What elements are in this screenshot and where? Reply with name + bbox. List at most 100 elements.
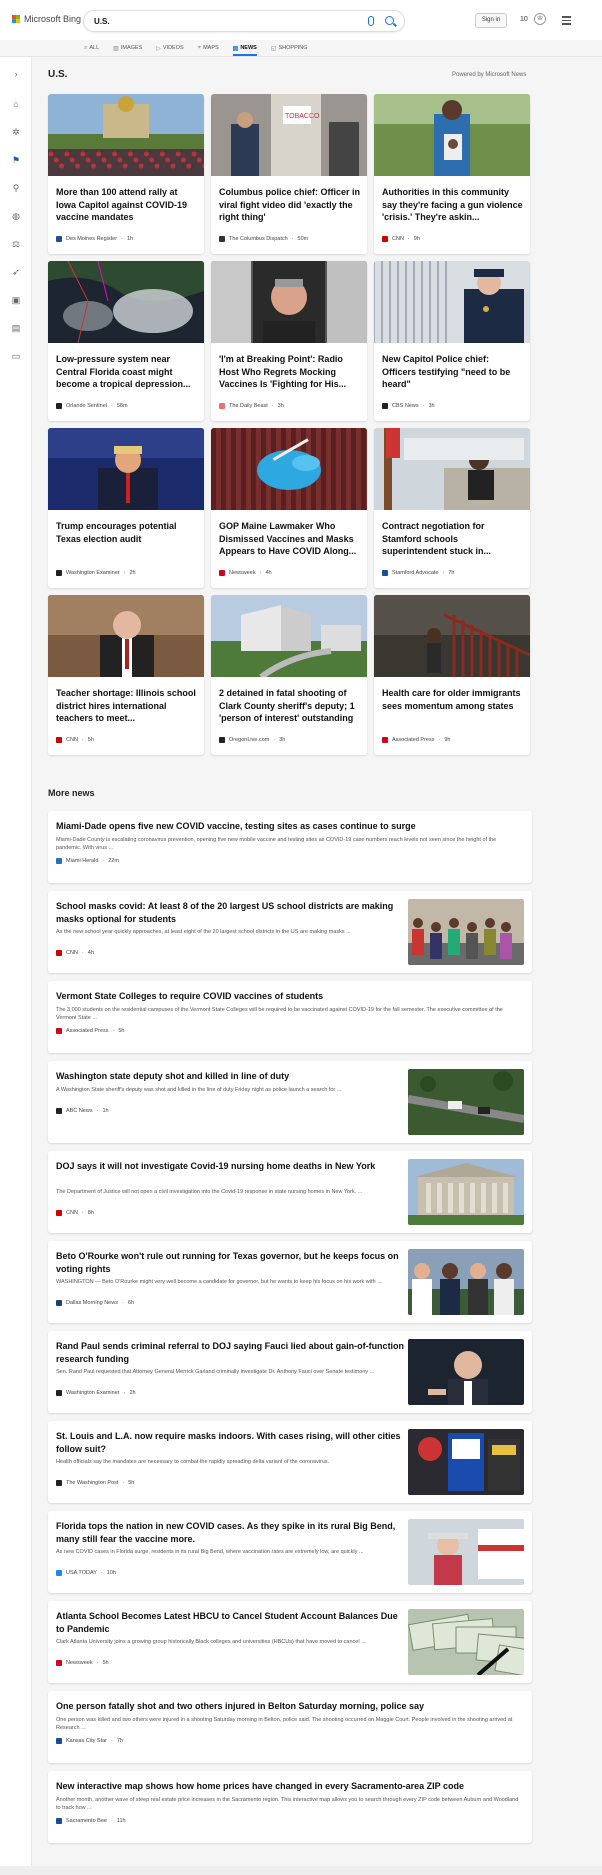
news-card-title[interactable]: Contract negotiation for Stamford school… <box>382 520 524 558</box>
more-news-title[interactable]: Vermont State Colleges to require COVID … <box>56 990 522 1003</box>
more-news-image[interactable] <box>408 1519 524 1585</box>
news-card[interactable]: Low-pressure system near Central Florida… <box>48 261 204 421</box>
news-card[interactable]: 2 detained in fatal shooting of Clark Co… <box>211 595 367 755</box>
news-card-image[interactable] <box>48 595 204 677</box>
article-age: 5h <box>118 1027 125 1034</box>
more-news-title[interactable]: DOJ says it will not investigate Covid-1… <box>56 1160 406 1173</box>
news-card[interactable]: Authorities in this community say they'r… <box>374 94 530 254</box>
news-card-image[interactable] <box>374 94 530 176</box>
sign-in-button[interactable]: Sign in <box>475 13 507 28</box>
coronavirus-icon[interactable]: ✲ <box>11 127 21 137</box>
more-news-image[interactable] <box>408 1609 524 1675</box>
news-card-title[interactable]: 2 detained in fatal shooting of Clark Co… <box>219 687 361 725</box>
article-age: 50m <box>297 236 309 242</box>
more-news-image[interactable] <box>408 1249 524 1315</box>
more-news-image[interactable] <box>408 1339 524 1405</box>
more-news-item[interactable]: Florida tops the nation in new COVID cas… <box>48 1511 532 1593</box>
news-card-image[interactable] <box>374 595 530 677</box>
entertainment-icon[interactable]: ▣ <box>11 295 21 305</box>
news-card-title[interactable]: More than 100 attend rally at Iowa Capit… <box>56 186 198 224</box>
tab-news[interactable]: ▤ NEWS <box>232 40 258 56</box>
more-news-title[interactable]: One person fatally shot and two others i… <box>56 1700 522 1713</box>
news-card[interactable]: Trump encourages potential Texas electio… <box>48 428 204 588</box>
news-card-title[interactable]: Health care for older immigrants sees mo… <box>382 687 524 712</box>
more-news-title[interactable]: Washington state deputy shot and killed … <box>56 1070 406 1083</box>
more-news-title[interactable]: School masks covid: At least 8 of the 20… <box>56 900 406 925</box>
more-news-item[interactable]: Miami-Dade opens five new COVID vaccine,… <box>48 811 532 883</box>
news-card-image[interactable] <box>48 428 204 510</box>
news-card-title[interactable]: 'I'm at Breaking Point': Radio Host Who … <box>219 353 361 391</box>
more-news-title[interactable]: St. Louis and L.A. now require masks ind… <box>56 1430 406 1455</box>
article-age: 5h <box>102 1660 109 1666</box>
technology-icon[interactable]: ▭ <box>11 351 21 361</box>
expand-arrow-icon[interactable]: › <box>11 69 21 79</box>
rewards-trophy-icon[interactable]: ♔ <box>534 13 546 25</box>
more-news-item[interactable]: DOJ says it will not investigate Covid-1… <box>48 1151 532 1233</box>
news-card-title[interactable]: Columbus police chief: Officer in viral … <box>219 186 361 224</box>
news-card-image[interactable] <box>211 428 367 510</box>
news-card[interactable]: GOP Maine Lawmaker Who Dismissed Vaccine… <box>211 428 367 588</box>
tab-all[interactable]: ⌕ ALL <box>84 40 99 56</box>
business-icon[interactable]: ▤ <box>11 323 21 333</box>
politics-icon[interactable]: ⚖ <box>11 239 21 249</box>
news-card[interactable]: TOBACCO Columbus police chief: Officer i… <box>211 94 367 254</box>
more-news-title[interactable]: Miami-Dade opens five new COVID vaccine,… <box>56 820 522 833</box>
news-card-image[interactable] <box>374 261 530 343</box>
more-news-title[interactable]: Florida tops the nation in new COVID cas… <box>56 1520 406 1545</box>
microphone-icon[interactable] <box>368 16 374 26</box>
more-news-image[interactable] <box>408 1429 524 1495</box>
search-box[interactable]: U.S. <box>83 10 405 32</box>
more-news-item[interactable]: Washington state deputy shot and killed … <box>48 1061 532 1143</box>
news-card-image[interactable] <box>374 428 530 510</box>
tab-images[interactable]: ▧ IMAGES <box>113 40 142 56</box>
world-icon[interactable]: ◍ <box>11 211 21 221</box>
news-card[interactable]: New Capitol Police chief: Officers testi… <box>374 261 530 421</box>
publisher-logo-icon <box>56 737 62 743</box>
news-card[interactable]: Teacher shortage: Illinois school distri… <box>48 595 204 755</box>
news-card-title[interactable]: GOP Maine Lawmaker Who Dismissed Vaccine… <box>219 520 361 558</box>
more-news-item[interactable]: School masks covid: At least 8 of the 20… <box>48 891 532 973</box>
more-news-item[interactable]: Vermont State Colleges to require COVID … <box>48 981 532 1053</box>
more-news-item[interactable]: Rand Paul sends criminal referral to DOJ… <box>48 1331 532 1413</box>
more-news-title[interactable]: Atlanta School Becomes Latest HBCU to Ca… <box>56 1610 406 1635</box>
news-card[interactable]: 'I'm at Breaking Point': Radio Host Who … <box>211 261 367 421</box>
bing-logo[interactable]: Microsoft Bing <box>12 14 81 24</box>
more-news-image[interactable] <box>408 1159 524 1225</box>
news-card-title[interactable]: Trump encourages potential Texas electio… <box>56 520 198 545</box>
more-news-image[interactable] <box>408 1069 524 1135</box>
more-news-item[interactable]: Atlanta School Becomes Latest HBCU to Ca… <box>48 1601 532 1683</box>
more-news-item[interactable]: Beto O'Rourke won't rule out running for… <box>48 1241 532 1323</box>
news-card[interactable]: More than 100 attend rally at Iowa Capit… <box>48 94 204 254</box>
tab-shopping[interactable]: ◱ SHOPPING <box>271 40 308 56</box>
tab-videos[interactable]: ▷ VIDEOS <box>156 40 183 56</box>
more-news-item[interactable]: New interactive map shows how home price… <box>48 1771 532 1843</box>
more-news-item[interactable]: St. Louis and L.A. now require masks ind… <box>48 1421 532 1503</box>
news-card[interactable]: Health care for older immigrants sees mo… <box>374 595 530 755</box>
home-icon[interactable]: ⌂ <box>11 99 21 109</box>
rewards-points[interactable]: 10 <box>520 16 528 23</box>
menu-icon[interactable] <box>562 16 571 27</box>
news-card-image[interactable] <box>211 261 367 343</box>
more-news-item[interactable]: One person fatally shot and two others i… <box>48 1691 532 1763</box>
news-card-title[interactable]: New Capitol Police chief: Officers testi… <box>382 353 524 391</box>
search-input[interactable]: U.S. <box>94 17 110 26</box>
news-card-title[interactable]: Authorities in this community say they'r… <box>382 186 524 224</box>
more-news-title[interactable]: New interactive map shows how home price… <box>56 1780 522 1793</box>
powered-by[interactable]: Powered by Microsoft News <box>452 72 526 78</box>
news-card-image[interactable] <box>48 261 204 343</box>
news-card-image[interactable] <box>211 595 367 677</box>
more-news-title[interactable]: Beto O'Rourke won't rule out running for… <box>56 1250 406 1275</box>
news-card-image[interactable] <box>48 94 204 176</box>
search-icon[interactable] <box>385 16 394 25</box>
more-news-title[interactable]: Rand Paul sends criminal referral to DOJ… <box>56 1340 406 1365</box>
more-news-image[interactable] <box>408 899 524 965</box>
science-rocket-icon[interactable]: ➶ <box>11 267 21 277</box>
tab-maps[interactable]: ⌖ MAPS <box>198 40 219 56</box>
local-pin-icon[interactable]: ⚲ <box>11 183 21 193</box>
news-card[interactable]: Contract negotiation for Stamford school… <box>374 428 530 588</box>
news-card-source: CNN · 5h <box>56 737 94 743</box>
news-card-title[interactable]: Low-pressure system near Central Florida… <box>56 353 198 391</box>
news-card-image[interactable]: TOBACCO <box>211 94 367 176</box>
news-card-title[interactable]: Teacher shortage: Illinois school distri… <box>56 687 198 725</box>
us-flag-icon[interactable]: ⚑ <box>11 155 21 165</box>
